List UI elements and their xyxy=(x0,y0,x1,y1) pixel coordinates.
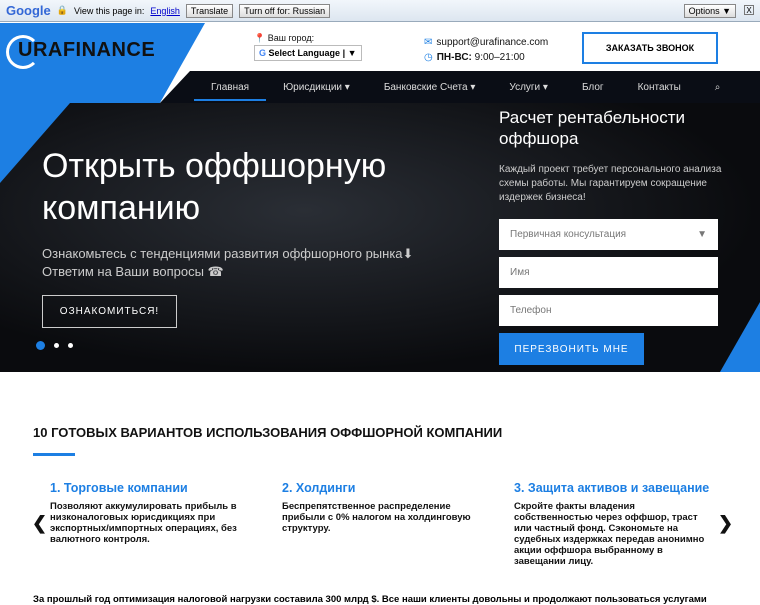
slide-dot[interactable] xyxy=(54,343,59,348)
turn-off-button[interactable]: Turn off for: Russian xyxy=(239,3,331,18)
google-translate-bar: Google 🔒 View this page in: English Tran… xyxy=(0,0,760,22)
hero-subtitle: Ознакомьтесь с тенденциями развития оффш… xyxy=(42,246,414,279)
hero: Открыть оффшорную компанию Ознакомьтесь … xyxy=(0,103,760,372)
nav-blog[interactable]: Блог xyxy=(565,82,621,93)
logo[interactable]: URAFINANCE xyxy=(6,35,155,69)
card: 2. Холдинги Беспрепятственное распределен… xyxy=(282,481,471,534)
city-label: 📍 Ваш город: xyxy=(254,33,315,43)
order-call-button[interactable]: ЗАКАЗАТЬ ЗВОНОК xyxy=(582,32,718,64)
divider xyxy=(33,453,75,456)
contact-info: ✉ support@urafinance.com ◷ ПН-ВС: 9:00–21:… xyxy=(424,37,549,63)
section-title: 10 ГОТОВЫХ ВАРИАНТОВ ИСПОЛЬЗОВАНИЯ ОФФШО… xyxy=(33,425,503,440)
clock-icon: ◷ xyxy=(424,52,433,63)
consultation-select[interactable]: Первичная консультация ▼ xyxy=(499,219,718,250)
chevron-right-icon[interactable]: ❯ xyxy=(718,513,733,534)
slide-dot[interactable] xyxy=(36,341,45,350)
chevron-left-icon[interactable]: ❮ xyxy=(32,513,47,534)
search-icon[interactable]: ⌕ xyxy=(698,82,738,93)
form-description: Каждый проект требует персонального анал… xyxy=(499,164,722,203)
learn-more-button[interactable]: ОЗНАКОМИТЬСЯ! xyxy=(42,295,177,328)
main-nav: Главная Юрисдикции ▾ Банковские Счета ▾ … xyxy=(160,71,760,103)
close-icon[interactable]: X xyxy=(744,5,754,15)
select-language[interactable]: G Select Language | ▼ xyxy=(254,45,362,61)
site-header: URAFINANCE 📍 Ваш город: G Select Languag… xyxy=(0,23,760,103)
nav-jurisdictions[interactable]: Юрисдикции ▾ xyxy=(266,82,367,93)
callback-button[interactable]: ПЕРЕЗВОНИТЬ МНЕ xyxy=(499,333,644,365)
name-input[interactable]: Имя xyxy=(499,257,718,288)
card: 1. Торговые компании Позволяют аккумулиро… xyxy=(50,481,237,545)
translate-prompt: View this page in: xyxy=(74,5,145,16)
email-link[interactable]: support@urafinance.com xyxy=(436,37,548,48)
language-select[interactable]: English xyxy=(150,6,180,16)
lock-icon: 🔒 xyxy=(56,5,68,15)
phone-input[interactable]: Телефон xyxy=(499,295,718,326)
mail-icon: ✉ xyxy=(424,37,433,48)
nav-home[interactable]: Главная xyxy=(194,82,267,101)
options-button[interactable]: Options ▼ xyxy=(683,4,736,18)
nav-contacts[interactable]: Контакты xyxy=(621,82,698,93)
card: 3. Защита активов и завещание Скройте фак… xyxy=(514,481,710,567)
chevron-down-icon: ▼ xyxy=(697,229,707,240)
slider-dots xyxy=(36,341,73,350)
form-title: Расчет рентабельности оффшора xyxy=(499,108,685,148)
nav-bank-accounts[interactable]: Банковские Счета ▾ xyxy=(367,82,493,93)
hero-title: Открыть оффшорную компанию xyxy=(42,147,387,227)
translate-button[interactable]: Translate xyxy=(185,3,234,18)
nav-services[interactable]: Услуги ▾ xyxy=(492,82,565,93)
google-logo: Google xyxy=(6,3,51,18)
slide-dot[interactable] xyxy=(68,343,73,348)
